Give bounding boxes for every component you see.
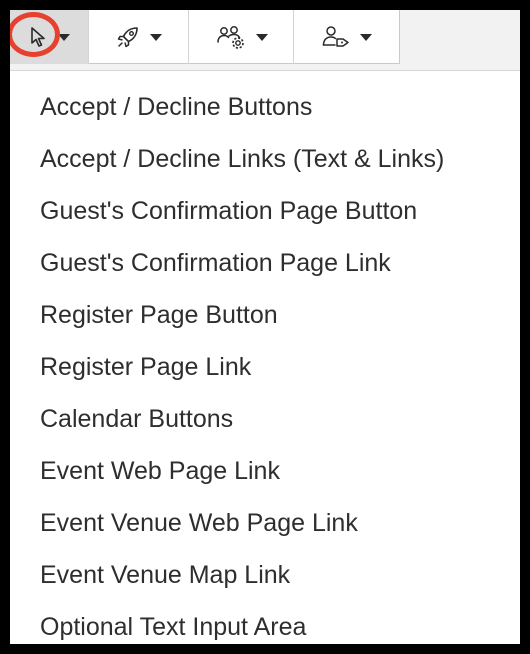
rocket-icon (115, 24, 141, 50)
menu-item-event-web-page-link[interactable]: Event Web Page Link (10, 445, 520, 497)
menu-item-register-page-button[interactable]: Register Page Button (10, 289, 520, 341)
insert-toolbar (10, 10, 400, 64)
user-tag-menu-button[interactable] (294, 10, 399, 64)
group-settings-menu-button[interactable] (189, 10, 294, 64)
menu-item-guest-confirmation-link[interactable]: Guest's Confirmation Page Link (10, 237, 520, 289)
menu-item-accept-decline-buttons[interactable]: Accept / Decline Buttons (10, 81, 520, 133)
launch-menu-button[interactable] (89, 10, 189, 64)
pointer-dropdown-menu: Accept / Decline Buttons Accept / Declin… (10, 70, 520, 644)
pointer-menu-button[interactable] (10, 10, 89, 64)
menu-item-guest-confirmation-button[interactable]: Guest's Confirmation Page Button (10, 185, 520, 237)
menu-item-accept-decline-links[interactable]: Accept / Decline Links (Text & Links) (10, 133, 520, 185)
dropdown-list: Accept / Decline Buttons Accept / Declin… (10, 81, 520, 644)
menu-item-calendar-buttons[interactable]: Calendar Buttons (10, 393, 520, 445)
caret-down-icon (57, 33, 70, 41)
menu-item-event-venue-map-link[interactable]: Event Venue Map Link (10, 549, 520, 601)
cursor-icon (29, 26, 49, 48)
screenshot-frame: Accept / Decline Buttons Accept / Declin… (0, 0, 530, 654)
menu-item-register-page-link[interactable]: Register Page Link (10, 341, 520, 393)
caret-down-icon (255, 33, 268, 41)
caret-down-icon (150, 33, 162, 41)
app-screen: Accept / Decline Buttons Accept / Declin… (10, 10, 520, 644)
user-tag-icon (321, 24, 351, 50)
caret-down-icon (360, 33, 372, 41)
menu-item-event-venue-web-page-link[interactable]: Event Venue Web Page Link (10, 497, 520, 549)
menu-item-optional-text-input-area[interactable]: Optional Text Input Area (10, 601, 520, 644)
users-settings-icon (215, 24, 247, 50)
